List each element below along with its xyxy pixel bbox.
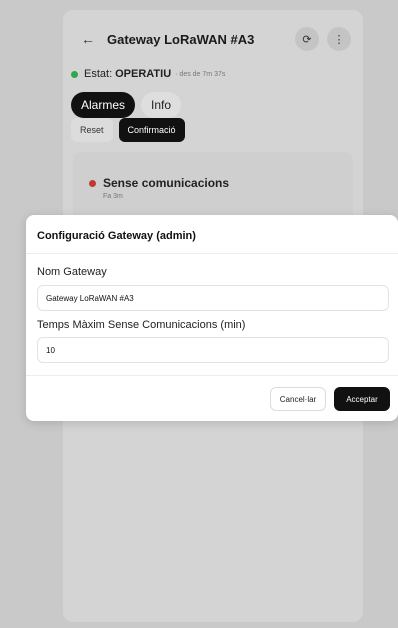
more-options-icon[interactable]: ⋮ bbox=[327, 27, 351, 51]
timeout-input[interactable] bbox=[37, 337, 389, 363]
dialog-divider-top bbox=[26, 253, 398, 254]
alarm-actions: Reset Confirmació bbox=[71, 118, 191, 142]
config-dialog: Configuració Gateway (admin) Nom Gateway… bbox=[26, 215, 398, 421]
back-arrow-icon[interactable]: ← bbox=[75, 26, 101, 52]
timeout-label: Temps Màxim Sense Comunicacions (min) bbox=[37, 319, 246, 331]
cancel-button[interactable]: Cancel·lar bbox=[270, 387, 326, 411]
refresh-icon[interactable]: ⟳ bbox=[295, 27, 319, 51]
tab-info[interactable]: Info bbox=[141, 92, 182, 118]
alarm-title: Sense comunicacions bbox=[103, 176, 230, 190]
page-title: Gateway LoRaWAN #A3 bbox=[107, 31, 255, 47]
dialog-divider-bottom bbox=[26, 375, 398, 376]
status-value: OPERATIU bbox=[115, 68, 172, 80]
tab-bar: Alarmes Info bbox=[71, 92, 187, 118]
tab-alarmes[interactable]: Alarmes bbox=[71, 92, 136, 118]
dialog-title: Configuració Gateway (admin) bbox=[37, 230, 196, 242]
alarm-time: Fa 3m bbox=[103, 193, 123, 200]
app-header: ← Gateway LoRaWAN #A3 ⟳ ⋮ bbox=[75, 22, 351, 56]
status-duration: · des de 7m 37s bbox=[175, 70, 226, 78]
status-row: Estat: OPERATIU · des de 7m 37s bbox=[71, 68, 355, 80]
gateway-name-label: Nom Gateway bbox=[37, 266, 107, 278]
confirm-button[interactable]: Confirmació bbox=[118, 118, 185, 142]
alarm-severity-dot bbox=[89, 179, 96, 187]
reset-button[interactable]: Reset bbox=[71, 118, 113, 142]
accept-button[interactable]: Acceptar bbox=[334, 387, 390, 411]
gateway-name-input[interactable] bbox=[37, 285, 389, 311]
status-label: Estat: bbox=[84, 68, 113, 80]
status-indicator-dot bbox=[71, 70, 78, 78]
